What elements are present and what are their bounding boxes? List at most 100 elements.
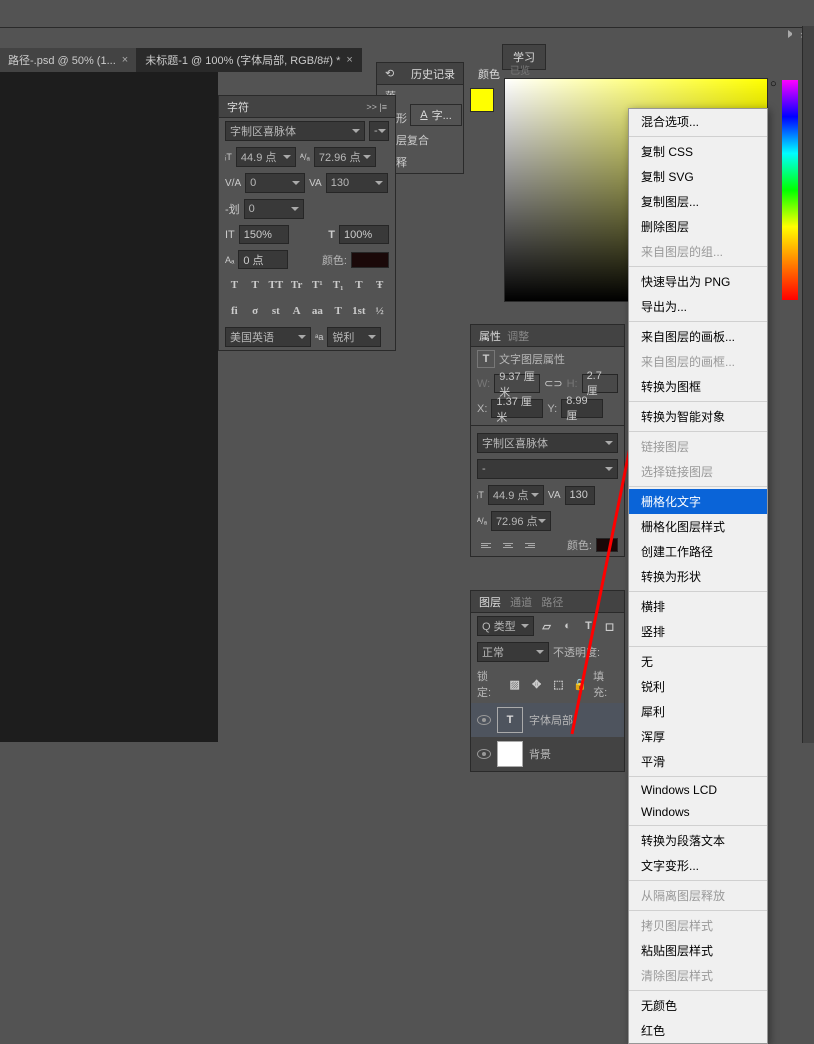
document-tab[interactable]: 未标题-1 @ 100% (字体局部, RGB/8#) * × [137, 48, 362, 72]
props-tracking-value[interactable]: 130 [570, 489, 588, 501]
lock-pixels-icon[interactable]: ▨ [506, 675, 524, 693]
type-style-t₁-icon[interactable]: T₁ [329, 276, 348, 294]
vert-scale-field[interactable]: 150% [239, 225, 289, 244]
type-style-tr-icon[interactable]: Tr [287, 276, 306, 294]
menu-item[interactable]: 创建工作路径 [629, 539, 767, 564]
font-family-select[interactable]: 字制区喜脉体 [225, 121, 365, 141]
menu-item[interactable]: 竖排 [629, 619, 767, 644]
type-style-aa-icon[interactable]: aa [308, 302, 327, 320]
font-style-select[interactable]: - [369, 121, 389, 141]
collapse-left-icon[interactable] [788, 30, 796, 38]
menu-item[interactable]: 横排 [629, 594, 767, 619]
lock-position-icon[interactable]: ✥ [528, 675, 546, 693]
type-style-tt-icon[interactable]: TT [267, 276, 286, 294]
type-style-½-icon[interactable]: ½ [370, 302, 389, 320]
menu-item[interactable]: 栅格化文字 [629, 489, 767, 514]
layer-row[interactable]: 背景 [471, 737, 624, 771]
type-style-t-icon[interactable]: T [329, 302, 348, 320]
tab-layers[interactable]: 图层 [479, 597, 501, 609]
type-style-fi-icon[interactable]: fi [225, 302, 244, 320]
menu-item[interactable]: Windows LCD [629, 779, 767, 801]
tab-adjustments[interactable]: 调整 [507, 331, 529, 343]
menu-item[interactable]: 栅格化图层样式 [629, 514, 767, 539]
menu-item[interactable]: 混合选项... [629, 109, 767, 134]
filter-type-icon[interactable]: T [580, 617, 597, 635]
lock-all-icon[interactable]: 🔒 [571, 675, 589, 693]
props-size-select[interactable]: 44.9 点 [488, 485, 544, 505]
type-style-ŧ-icon[interactable]: Ŧ [370, 276, 389, 294]
layer-name[interactable]: 字体局部 [529, 712, 573, 728]
type-style-σ-icon[interactable]: σ [246, 302, 265, 320]
blend-mode-select[interactable]: 正常 [477, 642, 549, 662]
type-style-t-icon[interactable]: T [246, 276, 265, 294]
menu-item[interactable]: 无颜色 [629, 993, 767, 1018]
tracking-select[interactable]: 130 [326, 173, 388, 193]
text-color-swatch[interactable] [351, 252, 389, 268]
menu-item[interactable]: 复制 CSS [629, 139, 767, 164]
link-icon[interactable]: ⊂⊃ [544, 377, 562, 390]
hue-slider[interactable] [782, 80, 798, 300]
panel-menu-icon[interactable]: >> |≡ [366, 102, 387, 112]
filter-adjust-icon[interactable]: ◐ [559, 617, 576, 635]
font-size-select[interactable]: 44.9 点 [236, 147, 296, 167]
align-left-icon[interactable] [477, 538, 495, 552]
props-style-select[interactable]: - [477, 459, 618, 479]
menu-item[interactable]: 粘贴图层样式 [629, 938, 767, 963]
tab-channels[interactable]: 通道 [510, 597, 532, 609]
tab-properties[interactable]: 属性 [479, 331, 501, 343]
props-color-swatch[interactable] [596, 538, 618, 552]
menu-item[interactable]: 犀利 [629, 699, 767, 724]
menu-item[interactable]: 转换为段落文本 [629, 828, 767, 853]
menu-item[interactable]: 来自图层的画板... [629, 324, 767, 349]
menu-item[interactable]: 转换为图框 [629, 374, 767, 399]
type-style-t-icon[interactable]: T [225, 276, 244, 294]
type-style-a-icon[interactable]: A [287, 302, 306, 320]
layer-row[interactable]: T 字体局部 [471, 703, 624, 737]
scale-select[interactable]: 0 [244, 199, 304, 219]
props-font-select[interactable]: 字制区喜脉体 [477, 433, 618, 453]
layer-name[interactable]: 背景 [529, 746, 551, 762]
filter-pixel-icon[interactable]: ▱ [538, 617, 555, 635]
tab-paths[interactable]: 路径 [541, 597, 563, 609]
layer-filter-select[interactable]: Q 类型 [477, 616, 534, 636]
align-right-icon[interactable] [521, 538, 539, 552]
props-leading-select[interactable]: 72.96 点 [491, 511, 551, 531]
close-icon[interactable]: × [122, 54, 128, 66]
menu-item[interactable]: 转换为形状 [629, 564, 767, 589]
document-tab[interactable]: 路径-.psd @ 50% (1... × [0, 48, 137, 72]
char-mini-panel[interactable]: A 字... [410, 104, 462, 126]
current-color-swatch[interactable] [470, 88, 494, 112]
tab-viewed[interactable]: 已览 [510, 62, 530, 77]
filter-shape-icon[interactable]: ◻ [601, 617, 618, 635]
y-value[interactable]: 8.99 厘 [566, 395, 598, 423]
menu-item[interactable]: 导出为... [629, 294, 767, 319]
menu-item[interactable]: 复制图层... [629, 189, 767, 214]
menu-item[interactable]: 无 [629, 649, 767, 674]
baseline-field[interactable]: 0 点 [238, 250, 288, 269]
document-canvas[interactable] [0, 72, 218, 742]
kerning-select[interactable]: 0 [245, 173, 305, 193]
visibility-icon[interactable] [477, 715, 491, 725]
menu-item[interactable]: 转换为智能对象 [629, 404, 767, 429]
type-style-st-icon[interactable]: st [267, 302, 286, 320]
menu-item[interactable]: 锐利 [629, 674, 767, 699]
align-center-icon[interactable] [499, 538, 517, 552]
right-dock-strip[interactable] [802, 26, 814, 743]
visibility-icon[interactable] [477, 749, 491, 759]
antialias-select[interactable]: 锐利 [327, 327, 381, 347]
menu-item[interactable]: 删除图层 [629, 214, 767, 239]
close-icon[interactable]: × [346, 54, 352, 66]
menu-item[interactable]: 平滑 [629, 749, 767, 774]
type-style-t-icon[interactable]: T [350, 276, 369, 294]
menu-item[interactable]: 文字变形... [629, 853, 767, 878]
type-style-1st-icon[interactable]: 1st [350, 302, 369, 320]
menu-item[interactable]: 浑厚 [629, 724, 767, 749]
language-select[interactable]: 美国英语 [225, 327, 311, 347]
type-style-t¹-icon[interactable]: T¹ [308, 276, 327, 294]
menu-item[interactable]: 红色 [629, 1018, 767, 1043]
menu-item[interactable]: Windows [629, 801, 767, 823]
x-value[interactable]: 1.37 厘米 [496, 393, 538, 425]
lock-artboard-icon[interactable]: ⬚ [549, 675, 567, 693]
horz-scale-field[interactable]: 100% [339, 225, 389, 244]
menu-item[interactable]: 快速导出为 PNG [629, 269, 767, 294]
